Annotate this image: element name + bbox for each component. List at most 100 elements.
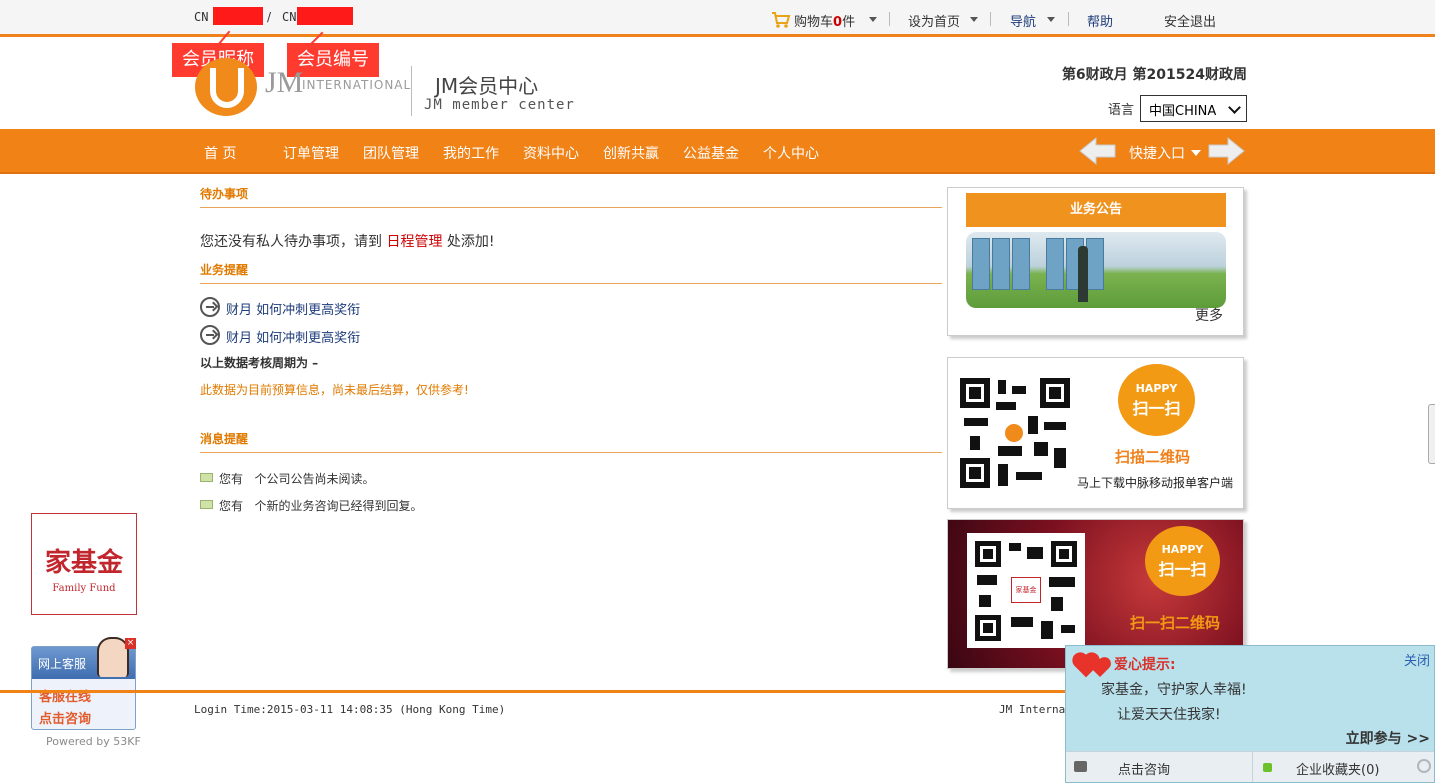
todo-message: 您还没有私人待办事项，请到 日程管理 处添加!	[200, 231, 495, 251]
happy-text: HAPPY	[1135, 382, 1178, 395]
set-home-link[interactable]: 设为首页	[908, 11, 960, 30]
page-title: JM会员中心	[435, 74, 539, 98]
set-home-dropdown-icon[interactable]	[970, 17, 978, 22]
side-scroll-tab[interactable]	[1428, 404, 1435, 464]
nav-team[interactable]: 团队管理	[363, 143, 419, 163]
envelope-icon	[200, 473, 213, 482]
jm-logo-mark	[210, 68, 244, 108]
arrow-right-icon[interactable]	[1206, 136, 1246, 166]
divider	[889, 12, 890, 26]
nav-innovation[interactable]: 创新共赢	[603, 143, 659, 163]
business-reminder-title: 业务提醒	[200, 263, 249, 277]
close-icon[interactable]: ×	[125, 638, 136, 649]
download-client-text: 马上下载中脉移动报单客户端	[1077, 476, 1234, 490]
scan-qr-caption: 扫描二维码	[1115, 448, 1191, 466]
happy-scan-badge: HAPPY 扫一扫	[1118, 364, 1195, 436]
nav-orders[interactable]: 订单管理	[283, 143, 339, 163]
quick-entry-caret-icon[interactable]	[1191, 150, 1201, 156]
nickname-redaction	[213, 7, 263, 25]
popup-line-2: 让爱天天住我家!	[1117, 707, 1221, 723]
family-fund-badge[interactable]: 家基金 Family Fund	[31, 513, 137, 615]
todo-text-after: 处添加!	[442, 234, 495, 250]
popup-title: 爱心提示:	[1114, 657, 1176, 673]
reminder-link-text: 如何冲刺更高奖衔	[256, 331, 361, 346]
fiscal-period: 第6财政月 第201524财政周	[1061, 67, 1247, 83]
quick-entry-link[interactable]: 快捷入口	[1129, 143, 1185, 163]
nav-dropdown-link[interactable]: 导航	[1010, 11, 1036, 30]
todo-title: 待办事项	[200, 187, 249, 201]
bulletin-more-link[interactable]: 更多	[1195, 305, 1223, 325]
nav-charity-fund[interactable]: 公益基金	[683, 143, 739, 163]
brand-divider	[411, 66, 412, 116]
message-reminder-title: 消息提醒	[200, 432, 249, 446]
reminder-label: 财月	[226, 331, 253, 346]
popup-line-1: 家基金，守护家人幸福!	[1101, 682, 1247, 698]
divider	[1252, 752, 1253, 782]
happy-text: HAPPY	[1161, 543, 1204, 556]
nav-home[interactable]: 首 页	[204, 143, 236, 163]
join-now-link[interactable]: 立即参与 >>	[1346, 728, 1430, 748]
message-text: 个公司公告尚未阅读。	[254, 472, 375, 486]
nav-resources[interactable]: 资料中心	[523, 143, 579, 163]
qr-code-icon: 家基金	[967, 533, 1085, 648]
status-online-icon	[1263, 763, 1272, 772]
bulletin-image[interactable]	[966, 232, 1226, 308]
budget-note: 此数据为目前预算信息，尚未最后结算，仅供参考!	[200, 383, 469, 397]
cart-count: 0	[833, 15, 843, 30]
online-service-widget[interactable]: 网上客服 × 客服在线 点击咨询	[31, 637, 136, 730]
favorites-button[interactable]: 企业收藏夹(0)	[1296, 759, 1379, 778]
cart-dropdown-icon[interactable]	[869, 17, 877, 22]
family-fund-logo: 家基金	[1011, 577, 1041, 603]
language-label: 语言	[1108, 103, 1135, 118]
scan-qr-caption: 扫一扫二维码	[1130, 614, 1221, 632]
schedule-link[interactable]: 日程管理	[386, 234, 442, 250]
todo-text-before: 您还没有私人待办事项，请到	[200, 234, 387, 250]
cart-icon[interactable]	[771, 11, 791, 29]
nav-personal-center[interactable]: 个人中心	[763, 143, 819, 163]
consult-button[interactable]: 点击咨询	[1118, 759, 1170, 778]
envelope-icon	[200, 500, 213, 509]
reminder-link-text: 如何冲刺更高奖衔	[256, 303, 361, 318]
arrow-left-icon[interactable]	[1078, 136, 1118, 166]
nav-my-work[interactable]: 我的工作	[443, 143, 499, 163]
family-fund-cn: 家基金	[44, 548, 123, 578]
member-no-redaction	[297, 7, 353, 25]
login-time: Login Time:2015-03-11 14:08:35 (Hong Kon…	[194, 703, 506, 716]
help-link[interactable]: 帮助	[1087, 11, 1113, 30]
language-value: 中国CHINA	[1149, 104, 1217, 119]
heart-icon	[1090, 658, 1110, 678]
arrow-circle-icon	[200, 325, 220, 345]
scan-text: 扫一扫	[1158, 560, 1207, 579]
message-item[interactable]: 您有 个新的业务咨询已经得到回复。	[219, 497, 422, 514]
message-item[interactable]: 您有 个公司公告尚未阅读。	[219, 470, 374, 487]
footer-company: JM Internat	[999, 703, 1072, 716]
popup-toolbar: 点击咨询 企业收藏夹(0)	[1066, 751, 1434, 782]
language-select[interactable]: 中国CHINA	[1140, 95, 1247, 122]
divider	[1068, 12, 1069, 26]
arrow-circle-icon	[200, 297, 220, 317]
cart-unit: 件	[842, 15, 856, 30]
happy-scan-badge: HAPPY 扫一扫	[1145, 526, 1220, 596]
cart-label: 购物车	[794, 15, 834, 30]
reminder-label: 财月	[226, 303, 253, 318]
powered-by: Powered by 53KF	[46, 735, 141, 748]
cn-prefix-2: CN	[282, 10, 297, 24]
assessment-period: 以上数据考核周期为 –	[200, 356, 319, 370]
slash: /	[267, 10, 272, 24]
service-online-text: 客服在线	[39, 690, 92, 705]
message-prefix: 您有	[219, 499, 244, 513]
reminder-item[interactable]: 财月 如何冲刺更高奖衔	[226, 299, 360, 318]
cn-prefix: CN	[194, 10, 209, 24]
popup-close-link[interactable]: 关闭	[1404, 650, 1430, 669]
chat-icon	[1074, 761, 1087, 772]
message-prefix: 您有	[219, 472, 244, 486]
click-consult-text[interactable]: 点击咨询	[39, 708, 91, 727]
cart-link[interactable]: 购物车0件	[794, 11, 855, 30]
nav-dropdown-icon[interactable]	[1047, 17, 1055, 22]
logout-link[interactable]: 安全退出	[1164, 11, 1216, 30]
brand-intl: INTERNATIONAL	[302, 78, 412, 92]
chevron-down-icon	[1228, 101, 1241, 114]
bulletin-title[interactable]: 业务公告	[966, 193, 1226, 227]
reminder-item[interactable]: 财月 如何冲刺更高奖衔	[226, 327, 360, 346]
refresh-icon[interactable]	[1417, 759, 1431, 773]
